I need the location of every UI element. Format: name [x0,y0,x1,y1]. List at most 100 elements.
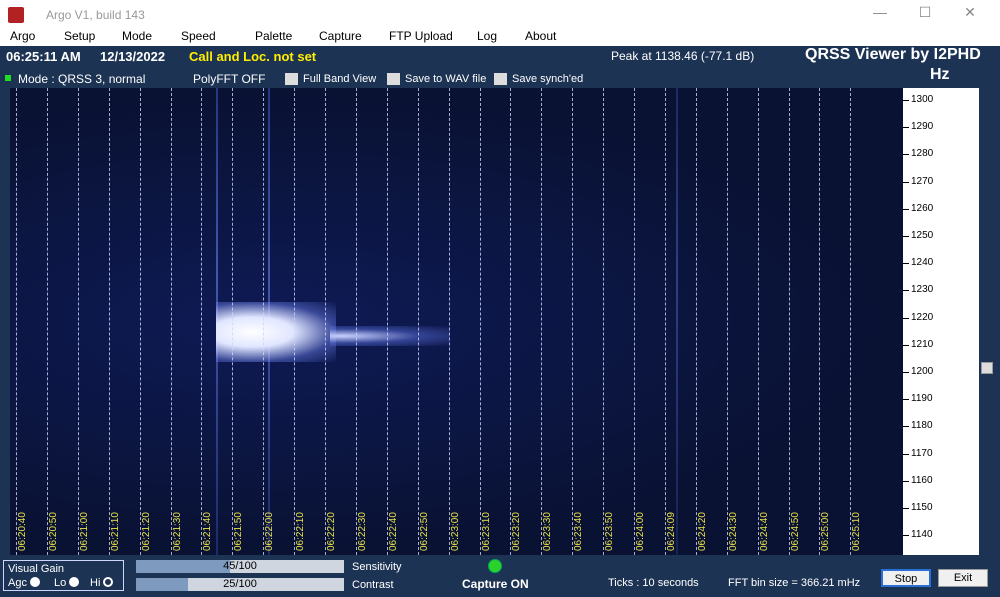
time-tick-label: 06:24:20 [696,512,708,551]
sensitivity-value: 45/100 [223,560,257,572]
frequency-tick-label: 1280 [911,148,934,160]
full-band-view-checkbox[interactable] [285,73,298,85]
menu-setup[interactable]: Setup [64,29,95,43]
menu-argo[interactable]: Argo [10,29,35,43]
waterfall-display[interactable]: 06:20:40 06:20:50 06:21:00 06:21:10 06:21:20… [10,88,903,555]
time-tick-label: 06:21:40 [202,512,214,551]
time-gridline [294,88,296,555]
frequency-tick [903,508,909,509]
contrast-slider[interactable]: 25/100 [136,578,344,591]
menu-ftp-upload[interactable]: FTP Upload [389,29,453,43]
capture-status-icon [488,559,502,573]
sensitivity-slider[interactable]: 45/100 [136,560,344,573]
time-tick-label: 06:22:30 [356,512,368,551]
time-tick-label: 06:20:40 [17,512,28,551]
contrast-value: 25/100 [223,578,257,590]
menu-log[interactable]: Log [477,29,497,43]
time-gridline [726,88,728,555]
sensitivity-label: Sensitivity [352,561,402,573]
time-tick-label: 06:24:40 [758,512,770,551]
frequency-tick-label: 1200 [911,366,934,377]
agc-label: Agc [8,577,27,589]
frequency-tick-label: 1170 [911,447,933,459]
time-tick-label: 06:21:00 [78,512,90,551]
frequency-tick-label: 1220 [911,311,934,323]
frequency-tick-label: 1190 [911,393,933,405]
frequency-tick [903,154,909,156]
time-gridline [819,88,821,555]
frequency-tick [903,100,909,101]
clock-time: 06:25:11 AM [6,49,81,64]
time-tick-label: 06:21:20 [140,512,152,551]
frequency-tick [903,535,909,537]
menu-palette[interactable]: Palette [255,29,292,43]
frequency-tick [903,236,909,237]
right-scrollbar-strip [979,88,1000,555]
time-tick-label: 06:22:40 [387,512,399,551]
info-bar: 06:25:11 AM 12/13/2022 Call and Loc. not… [0,46,1000,88]
signal-trace [216,302,336,362]
time-gridline [263,88,265,555]
capture-status: Capture ON [462,577,529,591]
visual-gain-group: Visual Gain Agc Lo Hi [3,560,124,591]
time-gridline [386,88,388,555]
maximize-button[interactable]: ☐ [905,4,945,24]
signal-trace-tail [330,326,450,346]
time-tick-label: 06:20:50 [47,512,59,551]
minimize-button[interactable]: — [860,4,900,24]
lo-radio[interactable] [69,577,80,587]
lo-label: Lo [54,577,67,589]
bottom-control-bar: Visual Gain Agc Lo Hi 45/100 Sensitivity… [0,555,1000,597]
frequency-tick-label: 1290 [911,121,934,133]
time-gridline [850,88,852,555]
menu-speed[interactable]: Speed [181,29,216,43]
close-button[interactable]: ✕ [950,4,990,24]
frequency-tick-label: 1240 [911,257,934,269]
frequency-tick [903,290,909,292]
polyfft-toggle[interactable]: PolyFFT OFF [193,72,265,86]
time-gridline [572,88,574,555]
time-tick-label: 06:24:30 [727,512,739,551]
frequency-tick [903,426,909,428]
menu-capture[interactable]: Capture [319,29,362,43]
hz-unit-label: Hz [930,66,950,83]
frequency-tick-label: 1160 [911,474,933,486]
frequency-tick-label: 1180 [911,420,933,432]
visual-gain-label: Visual Gain [8,563,65,575]
frequency-tick-label: 1210 [911,338,934,350]
peak-readout: Peak at 1138.46 (-77.1 dB) [611,49,755,63]
time-tick-label: 06:22:00 [264,512,276,551]
time-tick-label: 06:24:00 [635,512,646,551]
time-tick-label: 06:22:50 [418,512,430,551]
menu-mode[interactable]: Mode [122,29,152,43]
time-tick-label: 06:22:10 [295,512,307,551]
time-gridline [77,88,79,555]
contrast-label: Contrast [352,579,394,591]
frequency-tick [903,344,909,346]
signal-streak [676,88,678,555]
frequency-tick-label: 1260 [911,202,934,214]
save-wav-label: Save to WAV file [405,73,487,85]
app-icon [8,7,24,23]
time-tick-label: 06:23:20 [511,512,523,551]
time-tick-label: 06:23:00 [449,512,461,551]
stop-button[interactable]: Stop [881,569,931,587]
time-tick-label: 06:21:10 [109,512,121,551]
frequency-tick [903,208,909,210]
brand-title: QRSS Viewer by I2PHD [805,46,981,63]
frequency-tick [903,263,909,265]
exit-button[interactable]: Exit [938,569,988,587]
save-wav-checkbox[interactable] [387,73,400,85]
hi-radio[interactable] [103,577,114,587]
time-gridline [16,88,17,555]
time-gridline [788,88,790,555]
frequency-tick-label: 1250 [911,230,934,241]
menu-about[interactable]: About [525,29,556,43]
frequency-slider-handle[interactable] [981,362,993,374]
agc-radio[interactable] [29,577,40,587]
save-synched-checkbox[interactable] [494,73,507,85]
frequency-tick-label: 1150 [911,502,933,513]
window-title: Argo V1, build 143 [46,8,145,22]
time-gridline [603,88,605,555]
time-tick-label: 06:23:10 [480,512,492,551]
